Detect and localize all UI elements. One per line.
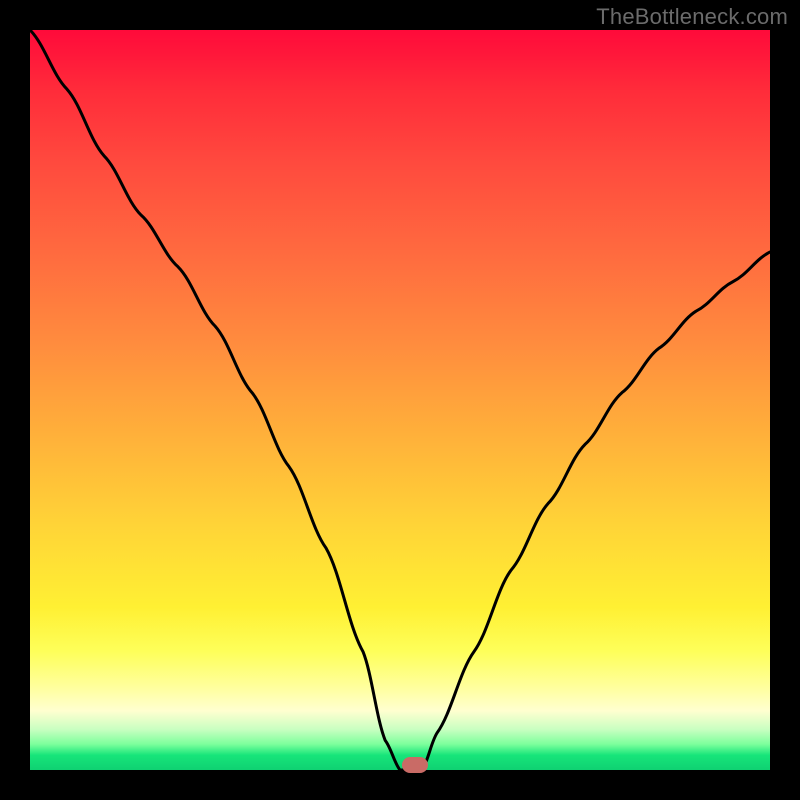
minimum-marker xyxy=(402,757,428,773)
plot-area xyxy=(30,30,770,770)
chart-frame: TheBottleneck.com xyxy=(0,0,800,800)
curve-svg xyxy=(30,30,770,770)
bottleneck-curve xyxy=(30,30,770,770)
watermark-text: TheBottleneck.com xyxy=(596,4,788,30)
